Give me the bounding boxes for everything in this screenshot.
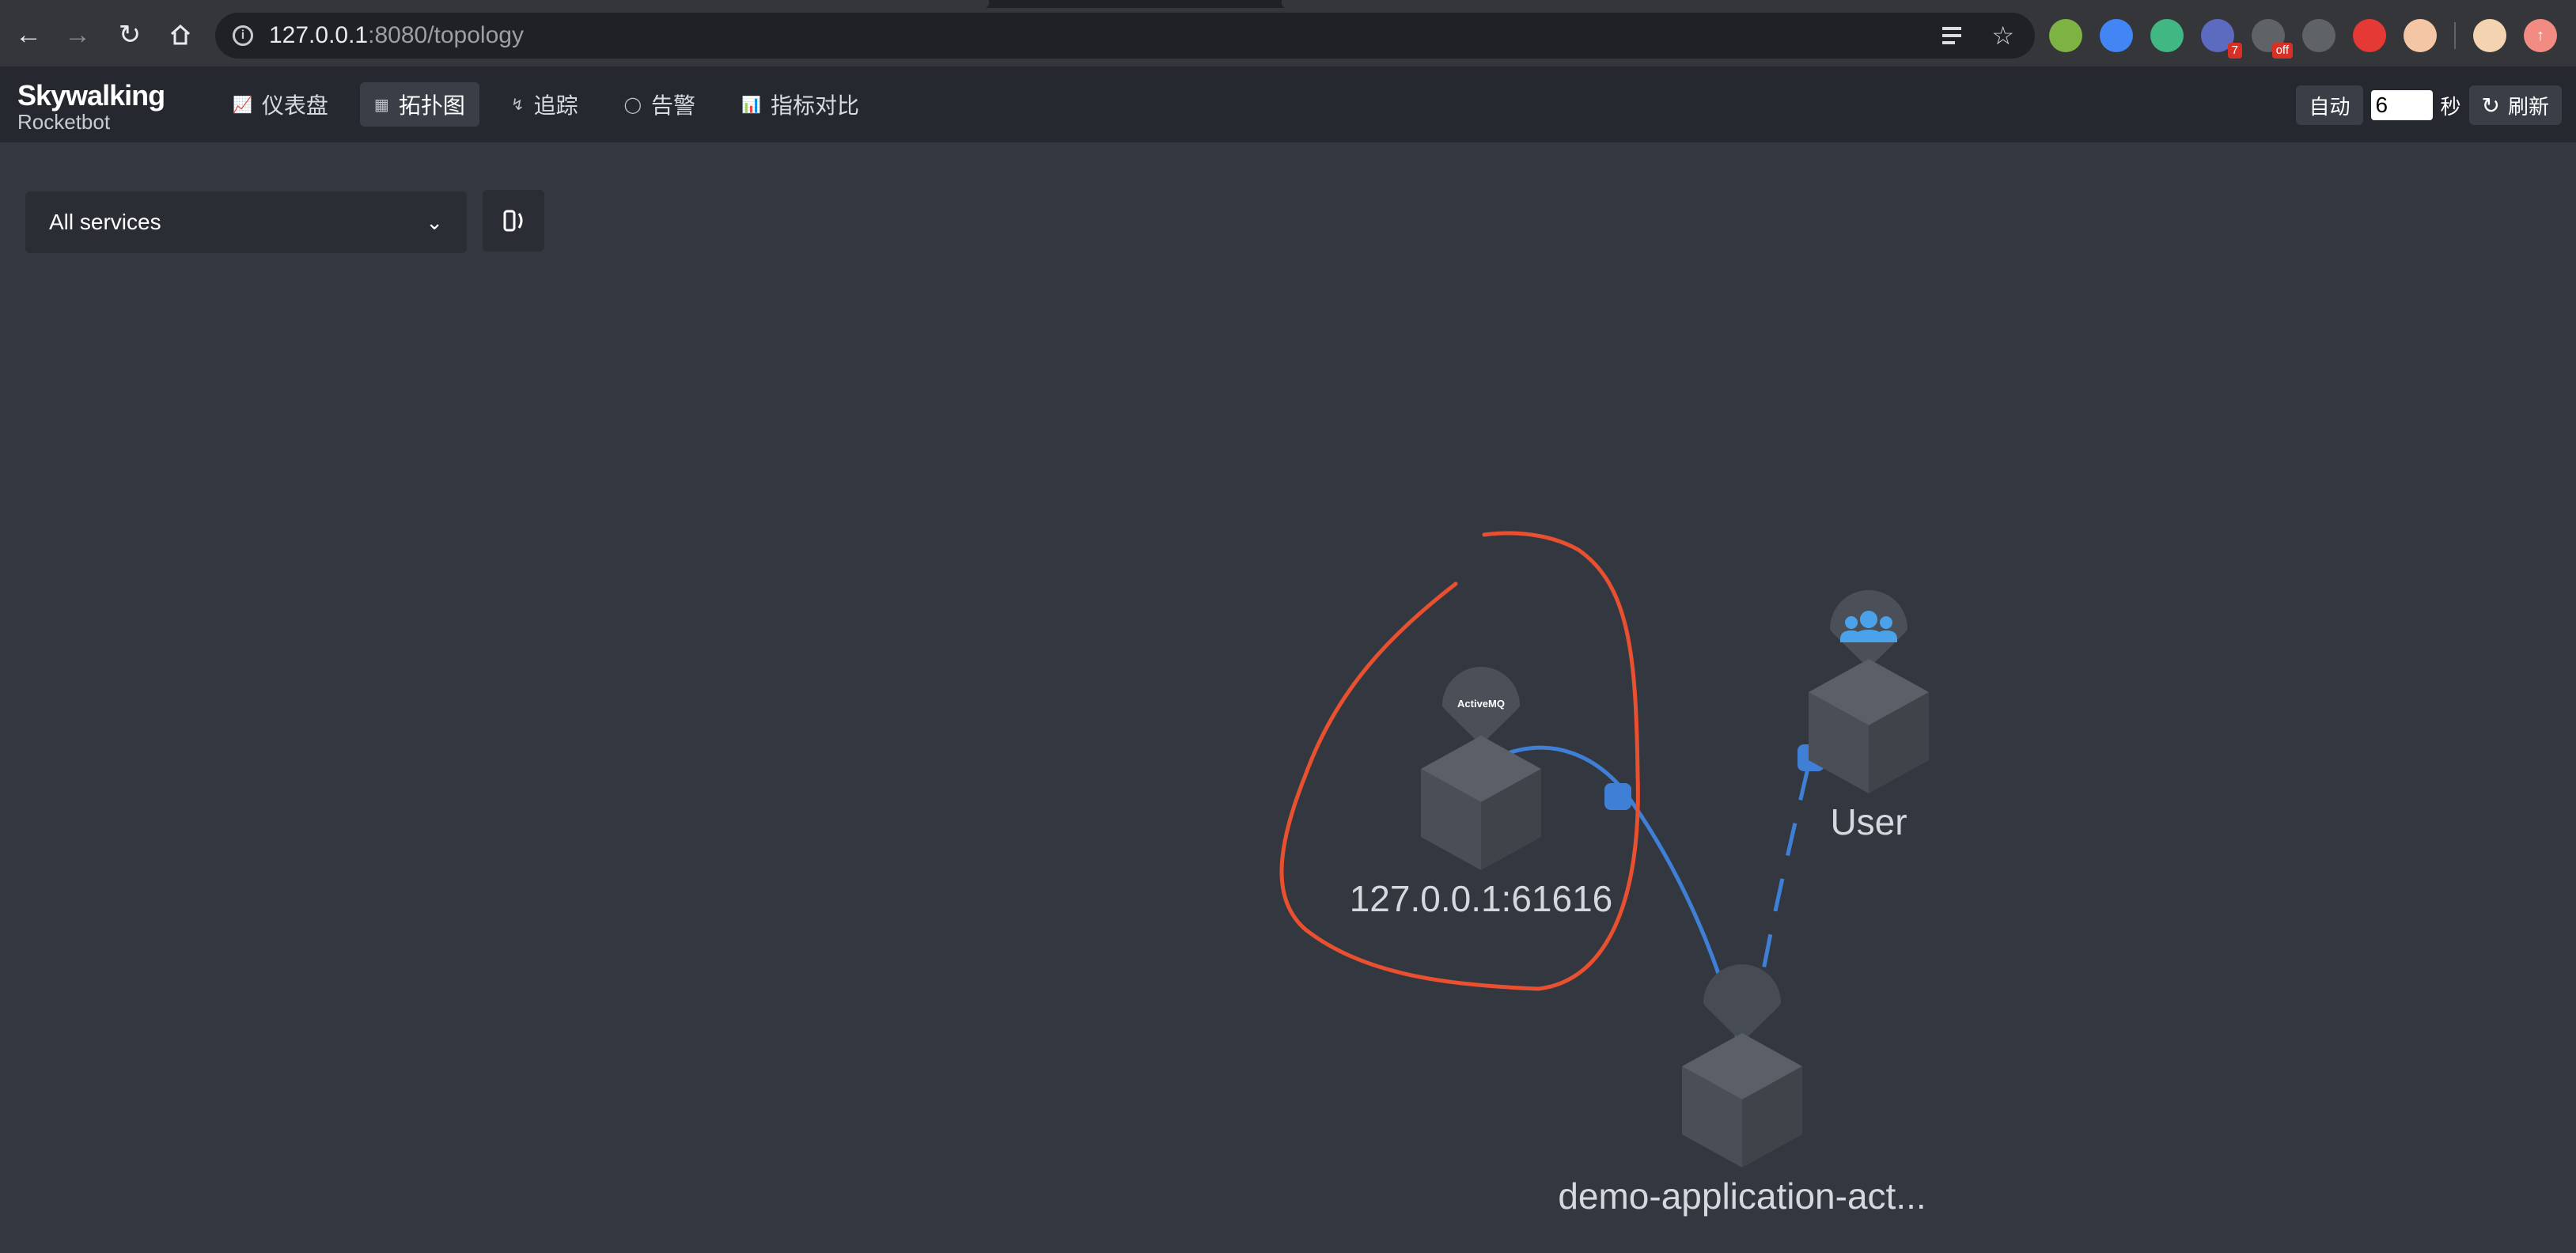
extensions-bar: 7 off ↑ bbox=[2049, 13, 2557, 59]
auto-refresh-label: 自动 bbox=[2309, 94, 2351, 119]
list-extension-icon[interactable]: off bbox=[2252, 19, 2293, 59]
topology-node[interactable]: ActiveMQ 127.0.0.1:61616 bbox=[1350, 667, 1613, 919]
topology-node[interactable]: demo-application-act... bbox=[1558, 964, 1926, 1217]
nav-item-3[interactable]: ◯ 告警 bbox=[610, 82, 710, 127]
nav-item-label: 追踪 bbox=[533, 93, 578, 118]
node-pin bbox=[1830, 590, 1907, 668]
reload-icon: ↻ bbox=[118, 20, 142, 50]
node-name: 127.0.0.1:61616 bbox=[1350, 878, 1613, 919]
grid-extension-icon[interactable]: 7 bbox=[2201, 19, 2242, 59]
vue-devtools-extension-icon[interactable] bbox=[2150, 19, 2184, 52]
refresh-controls: 自动 秒 ↻ 刷新 bbox=[2296, 85, 2562, 125]
eyedropper-extension-icon[interactable] bbox=[2302, 19, 2335, 52]
green-dot-extension-icon[interactable] bbox=[2049, 19, 2082, 52]
toolbar-separator bbox=[2454, 22, 2456, 49]
refresh-label: 刷新 bbox=[2507, 94, 2549, 119]
nav-item-4[interactable]: 📊 指标对比 bbox=[727, 82, 873, 127]
seconds-label: 秒 bbox=[2440, 94, 2461, 119]
address-bar[interactable]: i 127.0.0.1:8080/topology ☆ bbox=[215, 13, 2035, 59]
url-text: 127.0.0.1:8080/topology bbox=[269, 22, 524, 48]
nav-item-label: 指标对比 bbox=[770, 93, 859, 118]
info-icon[interactable]: i bbox=[233, 25, 253, 46]
pin-label: ActiveMQ bbox=[1457, 698, 1505, 710]
refresh-button[interactable]: ↻ 刷新 bbox=[2468, 85, 2562, 125]
nav-item-label: 拓扑图 bbox=[398, 93, 465, 118]
diamond-extension-icon[interactable] bbox=[2100, 19, 2133, 52]
update-available-icon[interactable]: ↑ bbox=[2524, 19, 2557, 52]
main-nav: 📈 仪表盘 ▦ 拓扑图 ↯ 追踪 ◯ 告警 📊 指标对比 bbox=[218, 82, 873, 127]
nav-item-label: 仪表盘 bbox=[261, 93, 328, 118]
reader-mode-icon[interactable] bbox=[1941, 25, 1964, 47]
face-extension-icon[interactable] bbox=[2404, 19, 2437, 52]
auto-refresh-button[interactable]: 自动 bbox=[2296, 85, 2363, 125]
red-plug-extension-icon[interactable] bbox=[2353, 19, 2386, 52]
link-metric-handle[interactable] bbox=[1604, 783, 1631, 810]
browser-toolbar: ← → ↻ i 127.0.0.1:8080/topology ☆ 7 off ↑ bbox=[0, 0, 2576, 66]
tab-strip bbox=[0, 0, 2576, 8]
topology-node[interactable]: User bbox=[1809, 590, 1929, 842]
home-icon bbox=[170, 24, 191, 45]
compare-icon: 📊 bbox=[741, 96, 761, 114]
refresh-icon: ↻ bbox=[2481, 93, 2500, 118]
extension-badge: off bbox=[2271, 43, 2293, 59]
node-name: demo-application-act... bbox=[1558, 1175, 1926, 1217]
nav-item-0[interactable]: 📈 仪表盘 bbox=[218, 82, 343, 127]
forward-button[interactable]: → bbox=[60, 17, 95, 52]
arrow-left-icon: ← bbox=[15, 19, 42, 50]
node-name: User bbox=[1830, 801, 1907, 842]
browser-tab[interactable] bbox=[1282, 0, 2576, 8]
arrow-right-icon: → bbox=[64, 19, 91, 50]
topology-icon: ▦ bbox=[373, 96, 389, 114]
topology-canvas[interactable]: ActiveMQ 127.0.0.1:61616 User demo-appli… bbox=[0, 142, 2576, 1253]
logo-brand: Skywalking bbox=[17, 79, 165, 112]
nav-item-label: 告警 bbox=[651, 93, 696, 118]
refresh-interval-input[interactable] bbox=[2370, 90, 2433, 120]
profile-avatar-icon[interactable] bbox=[2473, 19, 2506, 52]
nav-item-1[interactable]: ▦ 拓扑图 bbox=[359, 82, 479, 127]
app-header: Skywalking Rocketbot 📈 仪表盘 ▦ 拓扑图 ↯ 追踪 ◯ 告警 📊 指标对比… bbox=[0, 66, 2576, 142]
app-logo[interactable]: Skywalking Rocketbot bbox=[17, 79, 165, 134]
chart-icon: 📈 bbox=[233, 96, 252, 114]
home-button[interactable] bbox=[163, 17, 198, 52]
reload-button[interactable]: ↻ bbox=[112, 17, 147, 52]
extension-badge: 7 bbox=[2227, 43, 2242, 59]
bookmark-star-icon[interactable]: ☆ bbox=[1991, 21, 2014, 51]
browser-tab[interactable] bbox=[0, 0, 989, 8]
alarm-icon: ◯ bbox=[623, 96, 642, 114]
trace-icon: ↯ bbox=[510, 96, 525, 114]
back-button[interactable]: ← bbox=[11, 17, 46, 52]
nav-item-2[interactable]: ↯ 追踪 bbox=[497, 82, 593, 127]
node-pin bbox=[1703, 964, 1781, 1043]
logo-subtitle: Rocketbot bbox=[17, 110, 111, 134]
